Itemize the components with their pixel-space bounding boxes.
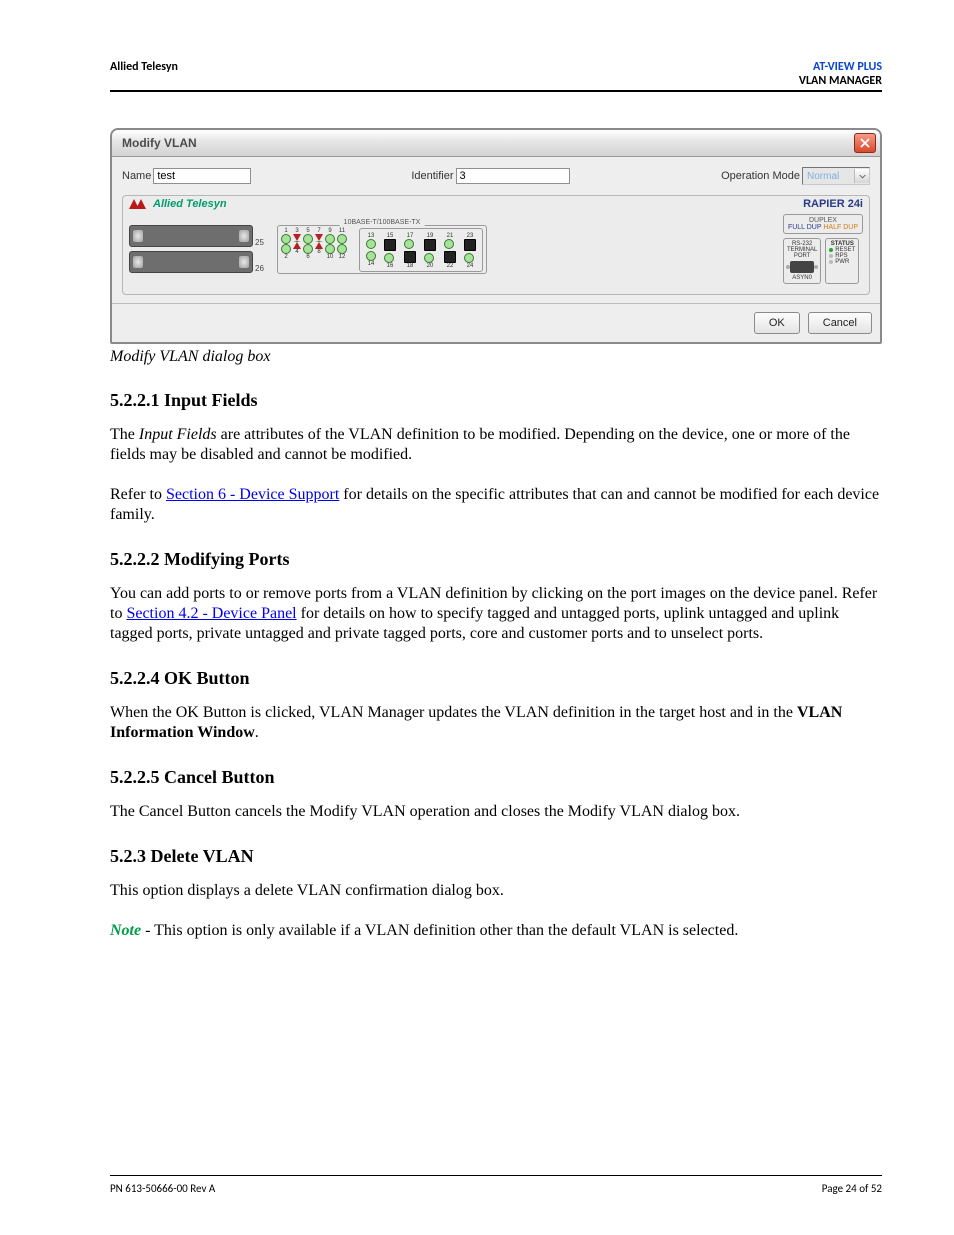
link-device-support[interactable]: Section 6 - Device Support <box>166 486 339 503</box>
port-19[interactable] <box>424 239 436 251</box>
page-header: Allied Telesyn AT-VIEW PLUS VLAN MANAGER <box>110 60 882 92</box>
port-14[interactable] <box>366 251 376 261</box>
footer-pn: PN 613-50666-00 Rev A <box>110 1182 215 1195</box>
paragraph: The Input Fields are attributes of the V… <box>110 425 882 465</box>
paragraph: The Cancel Button cancels the Modify VLA… <box>110 802 882 822</box>
port-20[interactable] <box>424 253 434 263</box>
duplex-box: DUPLEX FULL DUP HALF DUP <box>783 214 863 234</box>
name-input[interactable] <box>153 168 251 184</box>
heading-5-2-3: 5.2.3 Delete VLAN <box>110 846 882 867</box>
port-18[interactable] <box>404 251 416 263</box>
port-10[interactable] <box>325 244 335 254</box>
modify-vlan-dialog: Modify VLAN Name Identifier Ope <box>110 128 882 344</box>
paragraph: Refer to Section 6 - Device Support for … <box>110 485 882 525</box>
brand-logo-icon <box>129 199 149 209</box>
page-footer: PN 613-50666-00 Rev A Page 24 of 52 <box>110 1175 882 1195</box>
port-24[interactable] <box>464 253 474 263</box>
device-model: RAPIER 24i <box>803 198 863 210</box>
port-3[interactable] <box>293 234 301 242</box>
port-group-2: 1314 1516 1718 1920 2122 2324 <box>359 228 483 272</box>
port-5[interactable] <box>303 234 313 244</box>
cancel-button[interactable]: Cancel <box>808 312 872 334</box>
heading-5-2-2-5: 5.2.2.5 Cancel Button <box>110 767 882 788</box>
port-7[interactable] <box>315 234 323 242</box>
heading-5-2-2-1: 5.2.2.1 Input Fields <box>110 390 882 411</box>
opmode-combo[interactable]: Normal <box>802 167 870 185</box>
close-icon[interactable] <box>854 133 876 153</box>
port-22[interactable] <box>444 251 456 263</box>
note-label: Note <box>110 922 141 939</box>
port-8[interactable] <box>315 242 323 249</box>
status-box: STATUS RESET RPS PWR <box>825 238 859 284</box>
chevron-down-icon <box>854 169 869 183</box>
ok-button[interactable]: OK <box>754 312 800 334</box>
port-1[interactable] <box>281 234 291 244</box>
identifier-label: Identifier <box>411 170 453 182</box>
dialog-title: Modify VLAN <box>122 136 197 150</box>
expansion-slot-25[interactable] <box>129 225 253 247</box>
heading-5-2-2-4: 5.2.2.4 OK Button <box>110 668 882 689</box>
identifier-input[interactable] <box>456 168 570 184</box>
rs232-box: RS-232 TERMINAL PORT ASYN0 <box>783 238 821 284</box>
port-15[interactable] <box>384 239 396 251</box>
led-icon <box>829 260 833 264</box>
port-4[interactable] <box>293 242 301 249</box>
port-9[interactable] <box>325 234 335 244</box>
port-23[interactable] <box>464 239 476 251</box>
expansion-slot-26[interactable] <box>129 251 253 273</box>
note-paragraph: Note - This option is only available if … <box>110 921 882 941</box>
port-group-1: 12 34 56 78 910 1112 <box>281 228 347 272</box>
port-21[interactable] <box>444 239 454 249</box>
rs232-port-icon <box>790 261 814 273</box>
slot-num-26: 26 <box>255 264 269 273</box>
header-module: VLAN MANAGER <box>799 74 882 88</box>
device-brand: Allied Telesyn <box>129 198 227 210</box>
port-13[interactable] <box>366 239 376 249</box>
port-6[interactable] <box>303 244 313 254</box>
port-2[interactable] <box>281 244 291 254</box>
paragraph: You can add ports to or remove ports fro… <box>110 584 882 644</box>
paragraph: When the OK Button is clicked, VLAN Mana… <box>110 703 882 743</box>
port-17[interactable] <box>404 239 414 249</box>
link-device-panel[interactable]: Section 4.2 - Device Panel <box>126 605 296 622</box>
figure-caption: Modify VLAN dialog box <box>110 348 882 366</box>
led-icon <box>829 248 833 252</box>
led-icon <box>829 254 833 258</box>
header-right: AT-VIEW PLUS VLAN MANAGER <box>799 60 882 88</box>
device-panel: Allied Telesyn RAPIER 24i 25 <box>122 195 870 295</box>
port-cluster: 10BASE-T/100BASE-TX 12 34 56 78 910 1112 <box>277 225 487 274</box>
port-11[interactable] <box>337 234 347 244</box>
port-16[interactable] <box>384 253 394 263</box>
footer-page: Page 24 of 52 <box>822 1182 882 1195</box>
opmode-value: Normal <box>807 171 839 182</box>
heading-5-2-2-2: 5.2.2.2 Modifying Ports <box>110 549 882 570</box>
dialog-titlebar: Modify VLAN <box>112 130 880 157</box>
opmode-label: Operation Mode <box>721 170 800 182</box>
name-label: Name <box>122 170 151 182</box>
slot-num-25: 25 <box>255 238 269 247</box>
cluster-label: 10BASE-T/100BASE-TX <box>340 219 425 226</box>
header-product: AT-VIEW PLUS <box>799 60 882 74</box>
paragraph: This option displays a delete VLAN confi… <box>110 881 882 901</box>
port-12[interactable] <box>337 244 347 254</box>
header-left: Allied Telesyn <box>110 60 178 74</box>
